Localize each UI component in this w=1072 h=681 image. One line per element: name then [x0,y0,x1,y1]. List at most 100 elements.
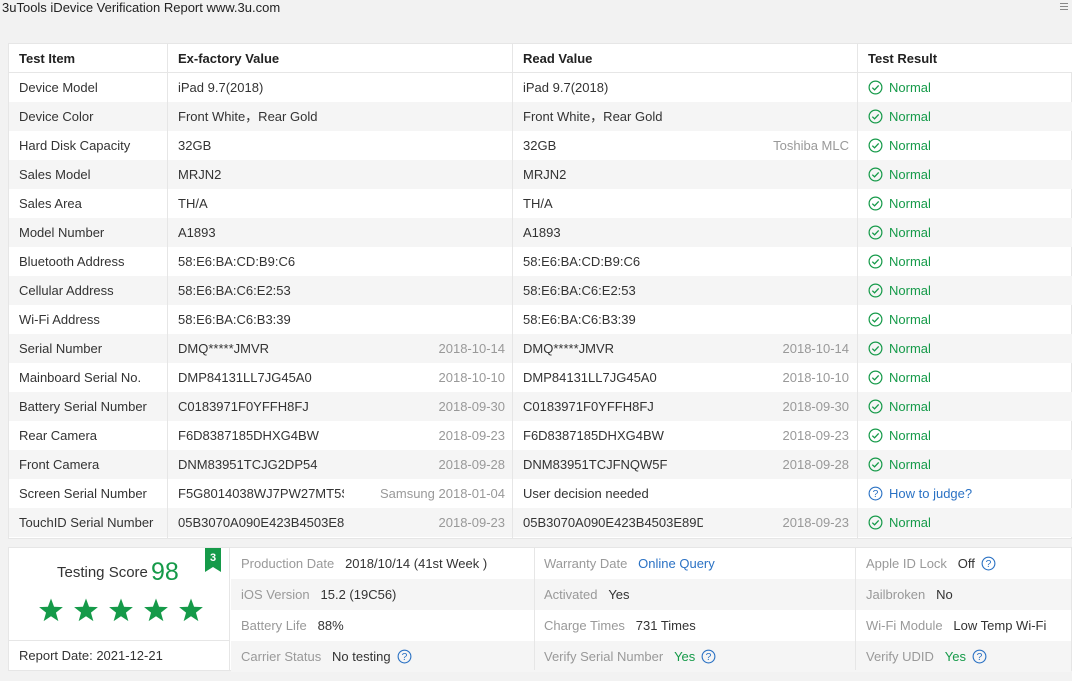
factory-date [349,160,505,189]
score-box: Testing Score 98 3 Report Date: 2021-12-… [9,548,230,670]
read-value: MRJN2 [523,167,567,182]
question-circle-icon[interactable]: ? [972,649,987,664]
test-result-label: Normal [889,370,931,385]
factory-date [349,305,505,334]
read-value: A1893 [523,225,561,240]
read-date: 2018-09-23 [782,515,850,530]
table-row: Screen Serial Number F5G8014038WJ7PW27MT5… [9,479,1072,508]
test-result: Normal [868,450,1068,479]
production-date-label: Production Date [241,556,335,571]
question-circle-icon: ? [868,486,883,501]
star-icon [109,598,133,622]
question-circle-icon[interactable]: ? [397,649,412,664]
wifi-module-value: Low Temp Wi-Fi [953,618,1047,633]
svg-text:?: ? [401,652,407,663]
check-circle-icon [868,312,883,327]
header-test-result: Test Result [868,51,938,66]
read-date: Toshiba MLC [773,138,849,153]
carrier-status-label: Carrier Status [241,649,322,664]
factory-date [349,247,505,276]
check-circle-icon [868,225,883,240]
battery-life-label: Battery Life [241,618,307,633]
report-date: Report Date: 2021-12-21 [9,640,230,670]
factory-value: 05B3070A090E423B4503E89DE474F0EF [178,515,344,530]
ios-version-value: 15.2 (19C56) [320,587,397,602]
read-value: User decision needed [523,486,649,501]
test-result-label: Normal [889,457,931,472]
charge-times-label: Charge Times [544,618,625,633]
test-result: Normal [868,276,1068,305]
test-item: Hard Disk Capacity [19,138,131,153]
check-circle-icon [868,138,883,153]
factory-value: F6D8387185DHXG4BW [178,428,319,443]
menu-icon[interactable] [1060,1,1068,11]
test-result-label: Normal [889,80,931,95]
table-header: Test Item Ex-factory Value Read Value Te… [9,44,1072,73]
read-date: 2018-09-30 [782,399,850,414]
test-result-label: Normal [889,167,931,182]
test-result-label: Normal [889,399,931,414]
read-value: 32GB [523,138,557,153]
factory-value: C0183971F0YFFH8FJ [178,399,309,414]
charge-times-value: 731 Times [635,618,696,633]
factory-value: MRJN2 [178,167,222,182]
read-value: Front White，Rear Gold [523,109,663,124]
read-value: DNM83951TCJFNQW5F [523,457,668,472]
read-date [699,218,849,247]
check-circle-icon [868,167,883,182]
check-circle-icon [868,341,883,356]
column-divider [512,44,513,538]
svg-text:?: ? [986,559,992,570]
test-item: Model Number [19,225,105,240]
test-result-label: Normal [889,138,931,153]
factory-date [349,218,505,247]
svg-text:?: ? [977,652,983,663]
check-circle-icon [868,428,883,443]
score-label: Testing Score [57,564,148,581]
svg-text:3: 3 [210,552,216,564]
table-row: Serial Number DMQ*****JMVR 2018-10-14 DMQ**… [9,334,1072,363]
read-value: 05B3070A090E423B4503E89DE474F0EF [523,515,703,530]
title-bar: 3uTools iDevice Verification Report www.… [0,0,1072,22]
test-result: Normal [868,102,1068,131]
check-circle-icon [868,515,883,530]
apple-id-lock-value: Off [957,556,975,571]
factory-date: 2018-09-23 [438,428,506,443]
factory-value: 58:E6:BA:C6:B3:39 [178,312,291,327]
question-circle-icon[interactable]: ? [981,556,996,571]
report-date-value: 2021-12-21 [96,648,163,663]
verify-serial-value: Yes [674,649,696,664]
star-icon [179,598,203,622]
summary-row: Battery Life 88% Charge Times 731 Times … [231,610,1071,641]
test-result: Normal [868,247,1068,276]
test-result-label: Normal [889,283,931,298]
test-result: Normal [868,421,1068,450]
table-row: Hard Disk Capacity 32GB 32GB Toshiba MLC Nor… [9,131,1072,160]
factory-value: TH/A [178,196,208,211]
test-item: Rear Camera [19,428,98,443]
test-result-label: Normal [889,196,931,211]
factory-date [349,131,505,160]
online-query-link[interactable]: Online Query [638,556,715,571]
test-result: Normal [868,392,1068,421]
factory-date: 2018-09-30 [438,399,506,414]
factory-value: iPad 9.7(2018) [178,80,264,95]
test-result-label: Normal [889,254,931,269]
factory-value: DMQ*****JMVR [178,341,270,356]
column-divider [855,548,856,670]
header-factory-value: Ex-factory Value [178,51,280,66]
table-row: Model Number A1893 A1893 Normal [9,218,1072,247]
summary-row: Production Date 2018/10/14 (41st Week ) … [231,548,1071,579]
activated-value: Yes [608,587,630,602]
check-circle-icon [868,457,883,472]
window-title: 3uTools iDevice Verification Report www.… [2,0,281,15]
verify-serial-label: Verify Serial Number [544,649,664,664]
table-row: Device Color Front White，Rear Gold Front W… [9,102,1072,131]
read-date: 2018-09-28 [782,457,850,472]
table-row: Bluetooth Address 58:E6:BA:CD:B9:C6 58:E6:… [9,247,1072,276]
test-result-label: Normal [889,312,931,327]
question-circle-icon[interactable]: ? [701,649,716,664]
factory-date: Samsung 2018-01-04 [379,486,505,501]
test-item: Sales Model [19,167,91,182]
test-result[interactable]: ? How to judge? [868,479,1068,508]
